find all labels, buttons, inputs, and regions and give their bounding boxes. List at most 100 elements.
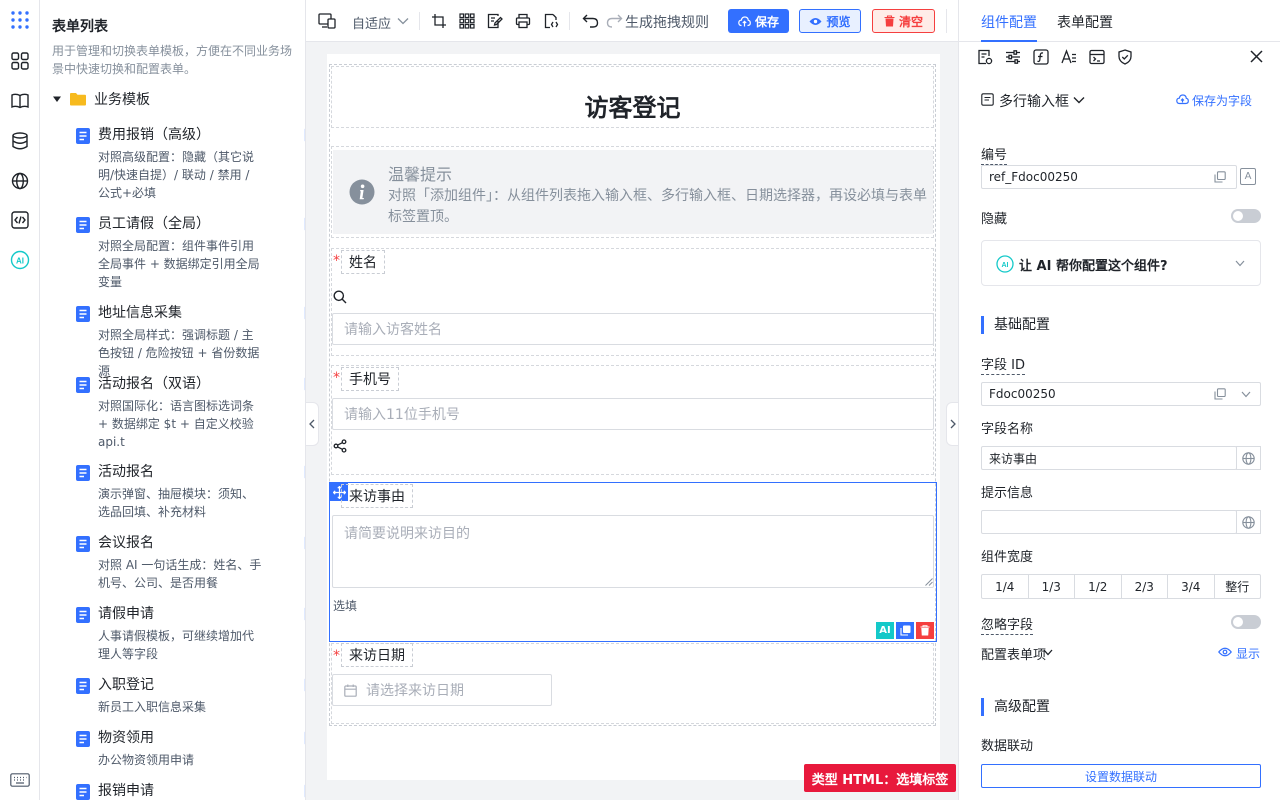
name-input[interactable]: 请输入访客姓名 [332,313,934,345]
notice-title: 温馨提示 [388,165,453,184]
folder-icon [70,93,86,106]
tab-form-config[interactable]: 表单配置 [1057,12,1113,32]
chevron-down-icon[interactable] [1241,391,1251,398]
width-option-1-3[interactable]: 1/3 [1029,575,1075,598]
hint-input[interactable] [981,510,1237,534]
field-name-input[interactable]: 来访事由 [981,446,1237,470]
toolbar: 自适应 生成拖拽规则 保存 预览 清空 [306,0,958,42]
ignore-field-toggle[interactable] [1231,615,1261,629]
clear-button-label: 清空 [898,14,923,29]
device-icon[interactable] [318,12,336,30]
component-type-select[interactable]: 多行输入框 [999,91,1069,111]
resize-grip-icon[interactable] [925,578,933,586]
template-desc: 对照全局样式：强调标题 / 主色按钮 / 危险按钮 + 省份数据源 [98,328,260,378]
save-button[interactable]: 保存 [728,9,789,33]
copy-component-button[interactable] [896,622,914,639]
notice-alert[interactable]: 温馨提示 对照「添加组件」：从组件列表拖入输入框、多行输入框、日期选择器，再设必… [333,150,933,234]
template-list-title: 表单列表 [52,19,108,35]
reason-textarea[interactable]: 请简要说明来访目的 [332,515,934,588]
form-title[interactable]: 访客登记 [329,88,936,123]
copy-icon[interactable] [1214,171,1226,183]
undo-icon[interactable] [581,12,599,30]
id-input[interactable]: ref_Fdoc00250 [981,165,1237,189]
component-type-badge: 类型 HTML：选填标签 [804,764,956,792]
template-desc: 对照 AI 一句话生成：姓名、手机号、公司、是否用餐 [98,558,262,590]
hint-i18n-button[interactable] [1236,510,1261,534]
width-option-2-3[interactable]: 2/3 [1122,575,1168,598]
clear-button[interactable]: 清空 [872,9,935,33]
set-data-linkage-button[interactable]: 设置数据联动 [981,764,1261,788]
text-style-icon[interactable] [1061,49,1077,65]
date-picker[interactable]: 请选择来访日期 [332,674,552,706]
reason-field-label[interactable]: 来访事由 [341,484,413,508]
id-label: 编号 [981,144,1008,165]
form-items-label[interactable]: 配置表单项 [981,644,1046,663]
phone-input[interactable]: 请输入11位手机号 [332,398,934,430]
width-option-full[interactable]: 整行 [1215,575,1261,598]
config-panel: 组件配置 表单配置 多行输入框 保存为字段 编号 ref_Fdoc00250 A… [958,0,1280,800]
ai-config-button[interactable]: AI [876,622,894,639]
template-name: 请假申请 [98,606,154,622]
ignore-field-label: 忽略字段 [981,614,1034,635]
search-icon[interactable] [333,290,347,304]
shield-check-icon[interactable] [1117,49,1133,65]
name-field-label[interactable]: 姓名 [341,250,385,274]
view-mode-select[interactable]: 自适应 [352,13,391,32]
book-icon[interactable] [8,89,32,113]
crop-frame-icon[interactable] [430,12,448,30]
function-icon[interactable] [1033,49,1049,65]
template-name: 活动报名（双语） [98,376,210,392]
chevron-down-icon[interactable] [1073,96,1085,104]
json-document-icon[interactable] [542,12,560,30]
template-group[interactable]: 业务模板 [52,89,150,109]
code-icon[interactable] [8,208,32,232]
grid-icon[interactable] [8,49,32,73]
calendar-icon [344,684,357,697]
phone-field-label[interactable]: 手机号 [341,367,399,391]
share-icon[interactable] [333,439,347,453]
width-segmented-control: 1/4 1/3 1/2 2/3 3/4 整行 [981,574,1261,599]
property-doc-icon[interactable] [977,49,993,65]
date-field-label[interactable]: 来访日期 [341,643,413,667]
chevron-down-icon[interactable] [1235,260,1245,267]
id-suffix-button[interactable]: A [1240,168,1256,185]
edit-document-icon[interactable] [486,12,504,30]
template-desc: 演示弹窗、抽屉模块：须知、选品回填、补充材料 [98,487,255,519]
sliders-icon[interactable] [1005,49,1021,65]
preview-button[interactable]: 预览 [799,9,861,33]
width-option-1-4[interactable]: 1/4 [982,575,1029,598]
ai-icon[interactable]: AI [8,248,32,272]
notice-text: 对照「添加组件」：从组件列表拖入输入框、多行输入框、日期选择器，再设必填与表单标… [388,188,927,225]
caret-down-icon[interactable] [52,94,62,104]
print-icon[interactable] [514,12,532,30]
width-option-1-2[interactable]: 1/2 [1075,575,1122,598]
globe-icon [1241,515,1255,529]
event-window-icon[interactable] [1089,49,1105,65]
close-icon[interactable] [1250,50,1263,63]
width-option-3-4[interactable]: 3/4 [1168,575,1215,598]
component-grid-icon[interactable] [458,12,476,30]
generate-drag-rules-button[interactable]: 生成拖拽规则 [625,12,709,32]
database-icon[interactable] [8,129,32,153]
ai-icon-label: AI [1002,262,1009,269]
collapse-left-handle[interactable] [305,402,319,446]
delete-component-button[interactable] [916,622,934,639]
redo-icon[interactable] [605,12,623,30]
tab-component-config[interactable]: 组件配置 [981,12,1037,32]
apps-icon[interactable] [8,8,32,32]
show-form-items-button[interactable]: 显示 [1236,645,1260,662]
ai-assist-collapse[interactable]: AI 让 AI 帮你配置这个组件? [981,240,1261,286]
copy-icon[interactable] [1214,388,1226,400]
template-name: 会议报名 [98,535,154,551]
chevron-down-icon[interactable] [1043,649,1053,656]
keyboard-icon[interactable] [8,768,32,792]
field-name-i18n-button[interactable] [1236,446,1261,470]
save-as-field-button[interactable]: 保存为字段 [1192,92,1252,109]
chevron-down-icon[interactable] [394,12,412,30]
required-mark: * [333,253,340,269]
globe-icon[interactable] [8,169,32,193]
required-mark: * [333,648,340,664]
hidden-toggle[interactable] [1231,209,1261,223]
cloud-save-icon [1176,94,1189,105]
template-desc: 对照全局配置：组件事件引用全局事件 + 数据绑定引用全局变量 [98,239,260,289]
